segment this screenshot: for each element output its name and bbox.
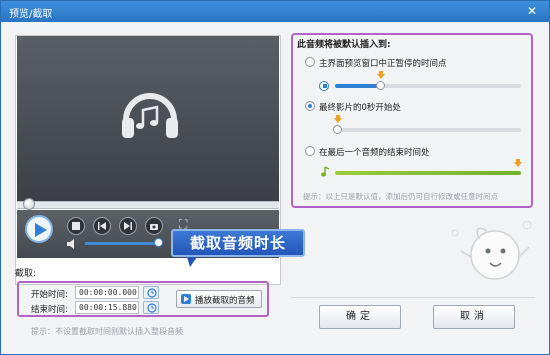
- headphone-music-icon: [122, 93, 178, 138]
- play-button[interactable]: [25, 215, 53, 243]
- insert-panel-hint: 提示：以上只是默认值，添加后仍可自行修改或任意时间点: [303, 192, 498, 201]
- paused-time-knob: [376, 81, 385, 90]
- marker-arrow-icon: [377, 71, 385, 79]
- previous-frame-button[interactable]: [93, 217, 111, 235]
- stop-icon: [72, 222, 80, 230]
- cancel-button[interactable]: 取消: [433, 305, 515, 329]
- start-time-label: 开始时间:: [31, 290, 68, 300]
- marker-arrow-icon: [334, 115, 342, 123]
- audio-track-bar: [335, 171, 521, 175]
- clip-hint: 提示：不设置截取时间则默认插入整段音频: [31, 327, 183, 336]
- play-icon: [181, 294, 191, 304]
- button-divider: [291, 297, 535, 298]
- playback-progress-knob[interactable]: [23, 198, 35, 210]
- clock-reset-icon: [147, 303, 157, 313]
- play-clip-label: 播放截取的音频: [195, 296, 255, 306]
- next-frame-button[interactable]: [119, 217, 137, 235]
- paused-time-fill: [335, 84, 379, 88]
- camera-icon: [150, 224, 158, 230]
- volume-icon[interactable]: [67, 239, 79, 249]
- option-start-radio[interactable]: [305, 101, 315, 111]
- clip-duration-callout: 截取音频时长: [171, 229, 305, 257]
- end-time-label: 结束时间:: [31, 305, 68, 315]
- ok-button[interactable]: 确定: [319, 305, 401, 329]
- insert-panel-title: 此音频将被默认插入到:: [297, 40, 391, 50]
- mascot-illustration: [451, 220, 532, 280]
- start-time-input[interactable]: 00:00:00.000: [75, 286, 139, 299]
- music-note-icon: [321, 166, 330, 177]
- volume-slider-knob[interactable]: [154, 238, 163, 247]
- title-bar: 预览/截取 ✕: [1, 1, 549, 22]
- option-paused-time-label: 主界面预览窗口中正暂停的时间点: [319, 59, 447, 69]
- start-position-knob: [333, 125, 342, 134]
- close-icon[interactable]: ✕: [521, 3, 543, 19]
- clip-heading: 截取:: [15, 269, 37, 279]
- option-start-label: 最终影片的0秒开始处: [319, 103, 401, 113]
- skip-forward-icon: [124, 222, 132, 230]
- play-clip-button[interactable]: 播放截取的音频: [176, 290, 262, 308]
- preview-clip-dialog: 预览/截取 ✕ ⌄ ⛶ 截取音频时长: [0, 0, 550, 355]
- snapshot-button[interactable]: [145, 217, 163, 235]
- option-paused-time-radio[interactable]: [305, 57, 315, 67]
- marker-arrow-icon: [514, 159, 522, 167]
- callout-tail: [187, 257, 197, 267]
- pause-icon: [319, 81, 329, 91]
- skip-back-icon: [98, 222, 106, 230]
- option-last-audio-end-label: 在最后一个音频的结束时间处: [319, 148, 430, 158]
- video-screen: [17, 36, 279, 201]
- volume-slider-track[interactable]: [85, 242, 157, 245]
- play-icon: [35, 223, 47, 237]
- stop-button[interactable]: [67, 217, 85, 235]
- set-end-time-button[interactable]: [143, 301, 159, 314]
- clock-reset-icon: [147, 288, 157, 298]
- end-time-input[interactable]: 00:00:15.880: [75, 301, 139, 314]
- start-position-track: [335, 128, 521, 132]
- window-title: 预览/截取: [9, 9, 53, 20]
- option-last-audio-end-radio[interactable]: [305, 146, 315, 156]
- set-start-time-button[interactable]: [143, 286, 159, 299]
